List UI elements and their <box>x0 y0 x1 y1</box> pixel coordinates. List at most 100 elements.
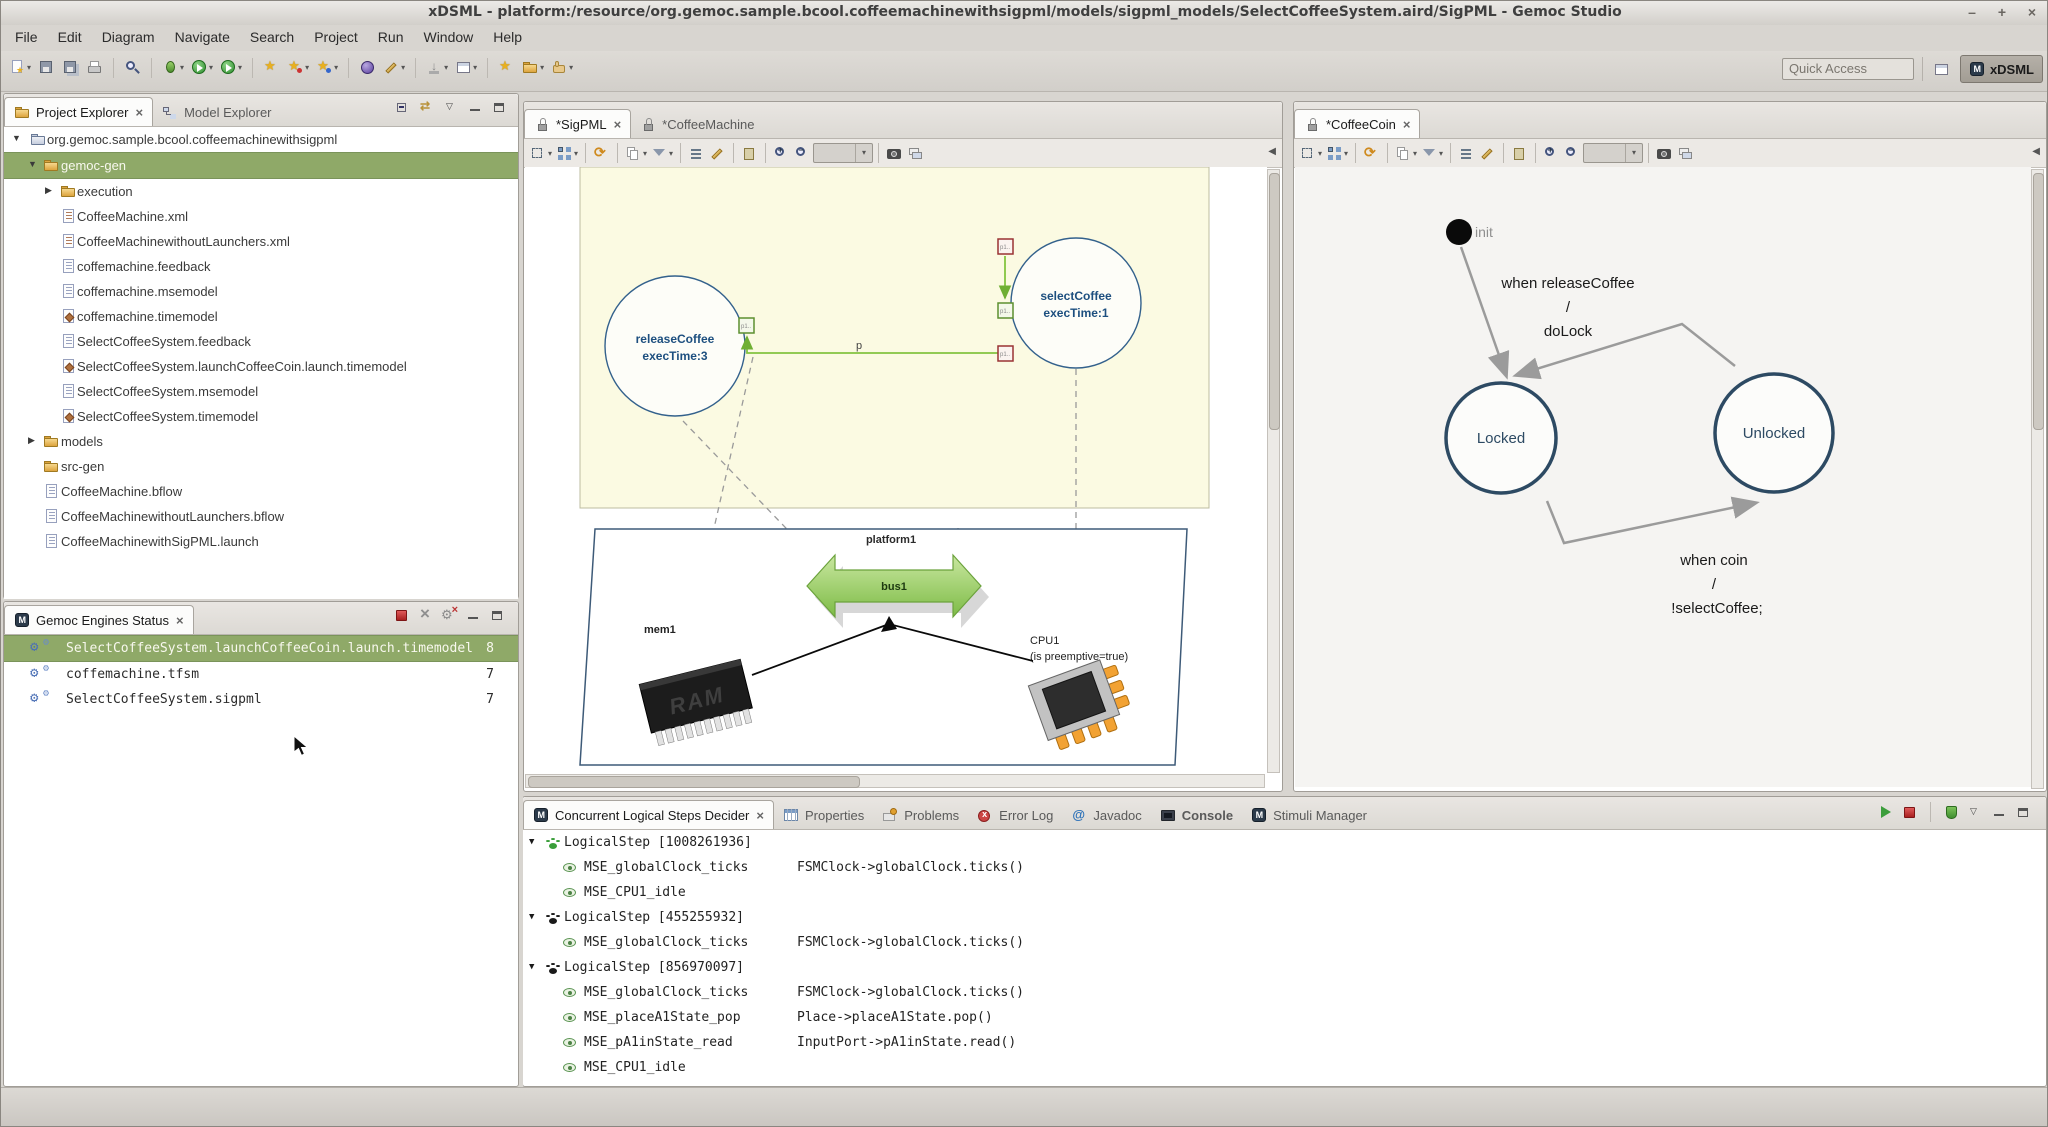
perspective-xdsml-button[interactable]: xDSML <box>1960 55 2043 83</box>
view-menu-icon[interactable] <box>1967 804 1984 821</box>
expanded-arrow-icon[interactable]: ▼ <box>12 133 21 143</box>
logical-step-row[interactable]: ▼LogicalStep [856970097] <box>523 955 2046 980</box>
vertical-sash[interactable] <box>519 93 523 1087</box>
save-all-button[interactable] <box>60 57 81 78</box>
mse-event-row[interactable]: MSE_pA1inState_readInputPort->pA1inState… <box>523 1030 2046 1055</box>
star-model-button[interactable]: ▾ <box>314 57 340 78</box>
import-button[interactable]: ▾ <box>424 57 450 78</box>
snapshot-button[interactable] <box>1654 143 1675 164</box>
engine-row[interactable]: SelectCoffeeSystem.launchCoffeeCoin.laun… <box>4 635 518 662</box>
snapshot-button[interactable] <box>884 143 905 164</box>
horizontal-scrollbar[interactable] <box>525 774 1265 788</box>
shield-icon[interactable] <box>1943 804 1960 821</box>
new-wizard-button[interactable]: ▾ <box>7 57 33 78</box>
align-button[interactable] <box>686 143 707 164</box>
copy-button[interactable]: ▾ <box>623 143 649 164</box>
select-mode-button[interactable]: ▾ <box>528 143 554 164</box>
agent-selectcoffee[interactable] <box>1011 238 1141 368</box>
editor-tab-coffeecoin[interactable]: *CoffeeCoin× <box>1294 109 1420 138</box>
tab-errorlog[interactable]: Error Log <box>968 801 1062 829</box>
engine-row[interactable]: coffemachine.tfsm7 <box>4 662 518 687</box>
tree-item[interactable]: CoffeeMachine.bflow <box>4 479 518 504</box>
initial-state-dot[interactable] <box>1446 219 1472 245</box>
tab-modelexplorer[interactable]: Model Explorer <box>153 98 280 126</box>
horizontal-sash[interactable] <box>522 792 2047 796</box>
maximize-icon[interactable] <box>489 607 506 624</box>
filter-button[interactable]: ▾ <box>1419 143 1445 164</box>
tree-item[interactable]: SelectCoffeeSystem.msemodel <box>4 379 518 404</box>
close-icon[interactable]: × <box>135 105 143 120</box>
quick-access-input[interactable]: Quick Access <box>1782 58 1914 80</box>
collapse-all-icon[interactable] <box>395 99 412 116</box>
vertical-scrollbar[interactable] <box>2031 169 2044 789</box>
zoom-in-button[interactable] <box>1541 143 1562 164</box>
tab-projectexplorer[interactable]: Project Explorer× <box>4 97 153 126</box>
zoom-in-button[interactable] <box>771 143 792 164</box>
edit-props-button[interactable] <box>1477 143 1498 164</box>
menu-run[interactable]: Run <box>368 25 414 49</box>
arrange-button[interactable]: ▾ <box>1324 143 1350 164</box>
minimize-icon[interactable] <box>467 99 484 116</box>
tab-concurrentlogicalstepsdecider[interactable]: Concurrent Logical Steps Decider× <box>523 800 774 829</box>
window-button[interactable]: ▾ <box>453 57 479 78</box>
expanded-arrow-icon[interactable]: ▼ <box>28 159 37 169</box>
expanded-arrow-icon[interactable]: ▼ <box>529 837 534 847</box>
zoom-combo[interactable]: ▾ <box>813 143 873 163</box>
agent-releasecoffee[interactable] <box>605 276 745 416</box>
mse-event-row[interactable]: MSE_globalClock_ticksFSMClock->globalClo… <box>523 980 2046 1005</box>
tree-item[interactable]: src-gen <box>4 454 518 479</box>
collapsed-arrow-icon[interactable]: ▶ <box>28 435 35 446</box>
delete-all-icon[interactable] <box>441 607 458 624</box>
mse-event-row[interactable]: MSE_globalClock_ticksFSMClock->globalClo… <box>523 930 2046 955</box>
menu-window[interactable]: Window <box>413 25 483 49</box>
close-icon[interactable]: × <box>1403 117 1411 132</box>
coffeecoin-canvas[interactable]: init when releaseCoffee / doLock Locked … <box>1295 167 2031 787</box>
logical-step-row[interactable]: ▼LogicalStep [455255932] <box>523 905 2046 930</box>
open-perspective-button[interactable] <box>1931 59 1952 80</box>
stop-decider-icon[interactable] <box>1901 804 1918 821</box>
ball-button[interactable] <box>357 57 378 78</box>
run-button[interactable]: ▾ <box>189 57 215 78</box>
menu-edit[interactable]: Edit <box>48 25 92 49</box>
tree-item[interactable]: coffemachine.feedback <box>4 254 518 279</box>
menu-file[interactable]: File <box>5 25 48 49</box>
tree-item[interactable]: coffemachine.msemodel <box>4 279 518 304</box>
tree-item[interactable]: ▼gemoc-gen <box>4 152 518 179</box>
tree-item[interactable]: coffemachine.timemodel <box>4 304 518 329</box>
zoom-out-button[interactable] <box>1562 143 1583 164</box>
tree-item[interactable]: CoffeeMachinewithoutLaunchers.bflow <box>4 504 518 529</box>
save-button[interactable] <box>36 57 57 78</box>
tree-item[interactable]: ▼org.gemoc.sample.bcool.coffeemachinewit… <box>4 127 518 152</box>
debug-button[interactable]: ▾ <box>160 57 186 78</box>
menu-project[interactable]: Project <box>304 25 368 49</box>
maximize-icon[interactable] <box>491 99 508 116</box>
zoom-combo[interactable]: ▾ <box>1583 143 1643 163</box>
star-plain-button[interactable] <box>496 57 517 78</box>
run-decider-icon[interactable] <box>1877 804 1894 821</box>
editor-tab-coffeemachine[interactable]: *CoffeeMachine <box>631 110 763 138</box>
expanded-arrow-icon[interactable]: ▼ <box>529 912 534 922</box>
tree-item[interactable]: CoffeeMachinewithSigPML.launch <box>4 529 518 554</box>
menu-diagram[interactable]: Diagram <box>92 25 165 49</box>
tree-item[interactable]: CoffeeMachine.xml <box>4 204 518 229</box>
minimize-icon[interactable] <box>1991 804 2008 821</box>
link-editor-icon[interactable] <box>419 99 436 116</box>
run-last-button[interactable]: ▾ <box>218 57 244 78</box>
minimize-icon[interactable] <box>465 607 482 624</box>
minimize-window-button[interactable]: – <box>1963 3 1981 21</box>
mse-event-row[interactable]: MSE_CPU1_idle <box>523 1055 2046 1080</box>
hand-button[interactable]: ▾ <box>549 57 575 78</box>
star-gemoc-button[interactable] <box>261 57 282 78</box>
stop-icon[interactable] <box>393 607 410 624</box>
zoom-out-button[interactable] <box>792 143 813 164</box>
mse-event-row[interactable]: MSE_CPU1_idle <box>523 880 2046 905</box>
folder-gold-button[interactable]: ▾ <box>520 57 546 78</box>
tree-item[interactable]: ▶execution <box>4 179 518 204</box>
tab-gemoc-engines-status[interactable]: Gemoc Engines Status × <box>4 605 194 634</box>
close-window-button[interactable]: × <box>2023 3 2041 21</box>
tab-javadoc[interactable]: Javadoc <box>1062 801 1150 829</box>
collapse-panel-icon[interactable]: ◀ <box>1268 146 1276 157</box>
editor-tab-sigpml[interactable]: *SigPML× <box>524 109 631 138</box>
editor-sash[interactable] <box>1283 101 1293 792</box>
maximize-icon[interactable] <box>2015 804 2032 821</box>
